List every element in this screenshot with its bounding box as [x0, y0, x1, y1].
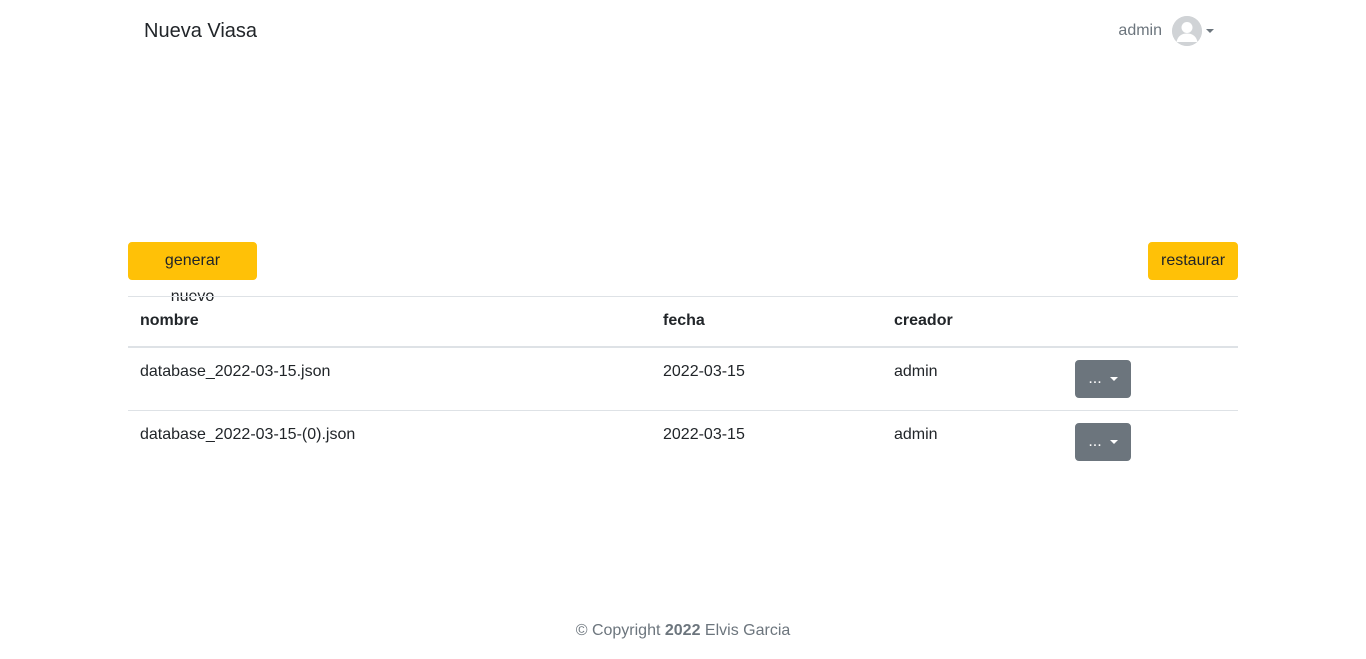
- chevron-down-icon: [1206, 29, 1214, 33]
- cell-actions: ...: [1063, 409, 1238, 473]
- cell-fecha: 2022-03-15: [663, 362, 745, 380]
- row-actions-label: ...: [1088, 432, 1102, 450]
- row-actions-dropdown-button[interactable]: ...: [1075, 422, 1131, 461]
- top-navbar: Nueva Viasa admin: [0, 0, 1366, 62]
- copyright-author: Elvis Garcia: [704, 622, 791, 639]
- cell-nombre: database_2022-03-15-(0).json: [128, 409, 651, 473]
- copyright-year: 2022: [664, 622, 701, 639]
- generate-new-button[interactable]: generar nuevo: [128, 242, 257, 305]
- column-header-fecha: fecha: [651, 296, 882, 348]
- chevron-down-icon: [1109, 439, 1118, 444]
- restore-button[interactable]: restaurar: [1148, 242, 1238, 280]
- cell-creador: admin: [894, 362, 938, 380]
- backups-table: nombre fecha creador database_2022-03-15…: [128, 296, 1238, 473]
- brand-link[interactable]: Nueva Viasa: [144, 19, 257, 43]
- table-row: database_2022-03-15-(0).json 2022-03-15 …: [128, 409, 1238, 473]
- cell-actions: ...: [1063, 347, 1238, 411]
- cell-nombre: database_2022-03-15.json: [140, 362, 331, 380]
- row-actions-label: ...: [1088, 369, 1102, 387]
- user-avatar-icon: [1172, 16, 1202, 46]
- user-menu-dropdown[interactable]: admin: [1118, 15, 1214, 47]
- page-footer: © Copyright 2022 Elvis Garcia: [0, 621, 1366, 641]
- column-header-actions: [1063, 296, 1238, 348]
- table-header-row: nombre fecha creador: [128, 296, 1238, 348]
- copyright-prefix: © Copyright: [575, 622, 661, 639]
- row-actions-dropdown-button[interactable]: ...: [1075, 359, 1131, 398]
- column-header-creador: creador: [882, 296, 1063, 348]
- table-row: database_2022-03-15.json 2022-03-15 admi…: [128, 347, 1238, 411]
- user-name: admin: [1118, 22, 1162, 39]
- cell-fecha: 2022-03-15: [651, 409, 882, 473]
- chevron-down-icon: [1109, 376, 1118, 381]
- column-header-nombre: nombre: [128, 296, 651, 348]
- cell-creador: admin: [882, 409, 1063, 473]
